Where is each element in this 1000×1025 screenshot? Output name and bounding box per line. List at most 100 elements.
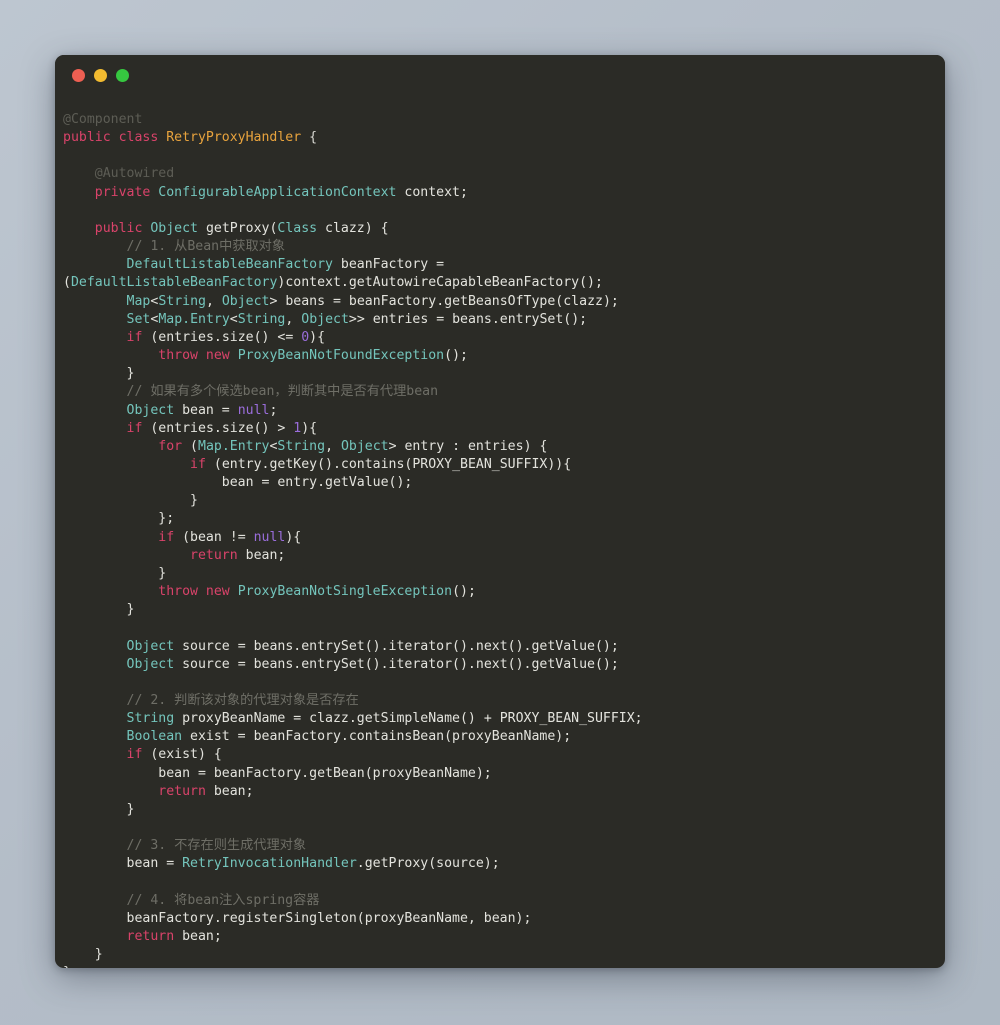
code-token-num: 0 (301, 329, 310, 345)
code-token-pun (63, 747, 127, 762)
code-token-pun (63, 530, 158, 545)
code-line: String proxyBeanName = clazz.getSimpleNa… (63, 710, 925, 728)
code-token-id: bean = entry.getValue(); (63, 475, 413, 491)
code-token-id: (); (444, 348, 468, 364)
code-line: beanFactory.registerSingleton(proxyBeanN… (63, 910, 925, 928)
code-token-typ: Object (301, 311, 349, 327)
code-token-typ: String (158, 293, 206, 309)
code-token-id: beanFactory = (332, 257, 445, 273)
code-token-id: source = beans.entrySet().iterator().nex… (174, 638, 619, 654)
code-line: }; (63, 510, 925, 528)
code-line: DefaultListableBeanFactory beanFactory = (63, 256, 925, 274)
code-line: Object bean = null; (63, 402, 925, 420)
code-line: if (exist) { (63, 746, 925, 764)
code-token-id: bean = (174, 402, 238, 418)
code-token-cmt: // 如果有多个候选bean，判断其中是否有代理bean (63, 384, 439, 400)
code-line: } (63, 801, 925, 819)
code-token-id: < (229, 311, 238, 327)
source-code-block[interactable]: @Component public class RetryProxyHandle… (63, 111, 925, 968)
code-token-cmt: // 4. 将bean注入spring容器 (63, 892, 320, 908)
code-line: // 1. 从Bean中获取对象 (63, 238, 925, 256)
code-token-kw: if (190, 456, 206, 472)
code-token-typ: DefaultListableBeanFactory (70, 275, 278, 291)
minimize-button[interactable] (94, 68, 107, 82)
code-token-kw: if (126, 420, 143, 436)
close-button[interactable] (72, 68, 85, 82)
code-line: Boolean exist = beanFactory.containsBean… (63, 728, 925, 746)
code-token-pun (63, 548, 190, 563)
code-line: public class RetryProxyHandler { (63, 129, 925, 147)
code-line: Map<String, Object> beans = beanFactory.… (63, 293, 925, 311)
code-token-id: , (205, 293, 222, 309)
code-line: } (63, 946, 925, 964)
code-token-kw: public class (63, 130, 167, 146)
code-token-typ: Object (126, 656, 175, 672)
code-line: } (63, 492, 925, 510)
code-token-kw: throw new (158, 348, 238, 364)
code-token-ann: @Component (63, 112, 143, 127)
code-token-id: bean; (205, 783, 254, 799)
code-line: return bean; (63, 783, 925, 801)
screenshot-root: @Component public class RetryProxyHandle… (0, 0, 1000, 1025)
code-token-id: } (63, 965, 71, 968)
code-token-typ: Object (126, 402, 175, 418)
code-token-pun (63, 457, 190, 472)
code-token-typ: String (237, 311, 286, 327)
code-token-id: bean; (174, 929, 222, 945)
code-line: } (63, 365, 925, 383)
code-token-id: } (63, 565, 167, 581)
code-token-id: getProxy( (198, 220, 278, 236)
code-token-typ: String (126, 711, 175, 727)
maximize-button[interactable] (116, 68, 129, 82)
code-token-cls: RetryProxyHandler (166, 130, 302, 146)
code-token-typ: Boolean (126, 729, 183, 745)
code-token-id: bean; (237, 547, 286, 563)
code-token-typ: Map.Entry (198, 438, 270, 454)
code-token-id: source = beans.entrySet().iterator().nex… (174, 656, 619, 672)
code-body: @Component public class RetryProxyHandle… (55, 95, 945, 968)
code-token-kw: return (158, 783, 206, 799)
code-line: bean = entry.getValue(); (63, 474, 925, 492)
code-line: @Autowired (63, 165, 925, 183)
code-token-pun (63, 439, 158, 454)
code-token-cmt: // 3. 不存在则生成代理对象 (63, 838, 307, 854)
code-token-pun (63, 312, 127, 327)
code-line: (DefaultListableBeanFactory)context.getA… (63, 274, 925, 292)
code-token-kw: if (126, 329, 143, 345)
code-token-id: (); (452, 584, 476, 600)
code-line: public Object getProxy(Class clazz) { (63, 220, 925, 238)
code-token-num: null (237, 402, 270, 418)
code-token-pun (63, 784, 158, 799)
code-token-typ: Object (126, 638, 175, 654)
code-token-id: >> entries = beans.entrySet(); (348, 311, 588, 327)
code-token-id: } (63, 602, 135, 618)
code-token-kw: if (126, 747, 143, 763)
code-token-pun (63, 294, 127, 309)
code-token-kw: return (126, 929, 175, 945)
code-line: throw new ProxyBeanNotFoundException(); (63, 347, 925, 365)
code-token-id: ){ (309, 329, 326, 345)
code-token-ann: @Autowired (63, 166, 175, 182)
code-token-cmt: // 1. 从Bean中获取对象 (63, 239, 286, 255)
code-token-id: (entries.size() > (142, 420, 294, 436)
code-token-pun (63, 584, 158, 599)
code-token-pun (63, 639, 127, 654)
code-token-typ: Set (126, 311, 151, 327)
code-token-id: } (63, 801, 135, 817)
code-line: Set<Map.Entry<String, Object>> entries =… (63, 311, 925, 329)
code-line: Object source = beans.entrySet().iterato… (63, 656, 925, 674)
code-token-typ: RetryInvocationHandler (182, 856, 357, 872)
code-line: // 4. 将bean注入spring容器 (63, 892, 925, 910)
code-line: throw new ProxyBeanNotSingleException(); (63, 583, 925, 601)
code-line: for (Map.Entry<String, Object> entry : e… (63, 438, 925, 456)
code-line: // 2. 判断该对象的代理对象是否存在 (63, 692, 925, 710)
code-token-id: bean = (63, 856, 183, 872)
code-token-pun: { (301, 130, 318, 146)
code-line: if (bean != null){ (63, 529, 925, 547)
code-token-typ: Object (150, 220, 198, 236)
